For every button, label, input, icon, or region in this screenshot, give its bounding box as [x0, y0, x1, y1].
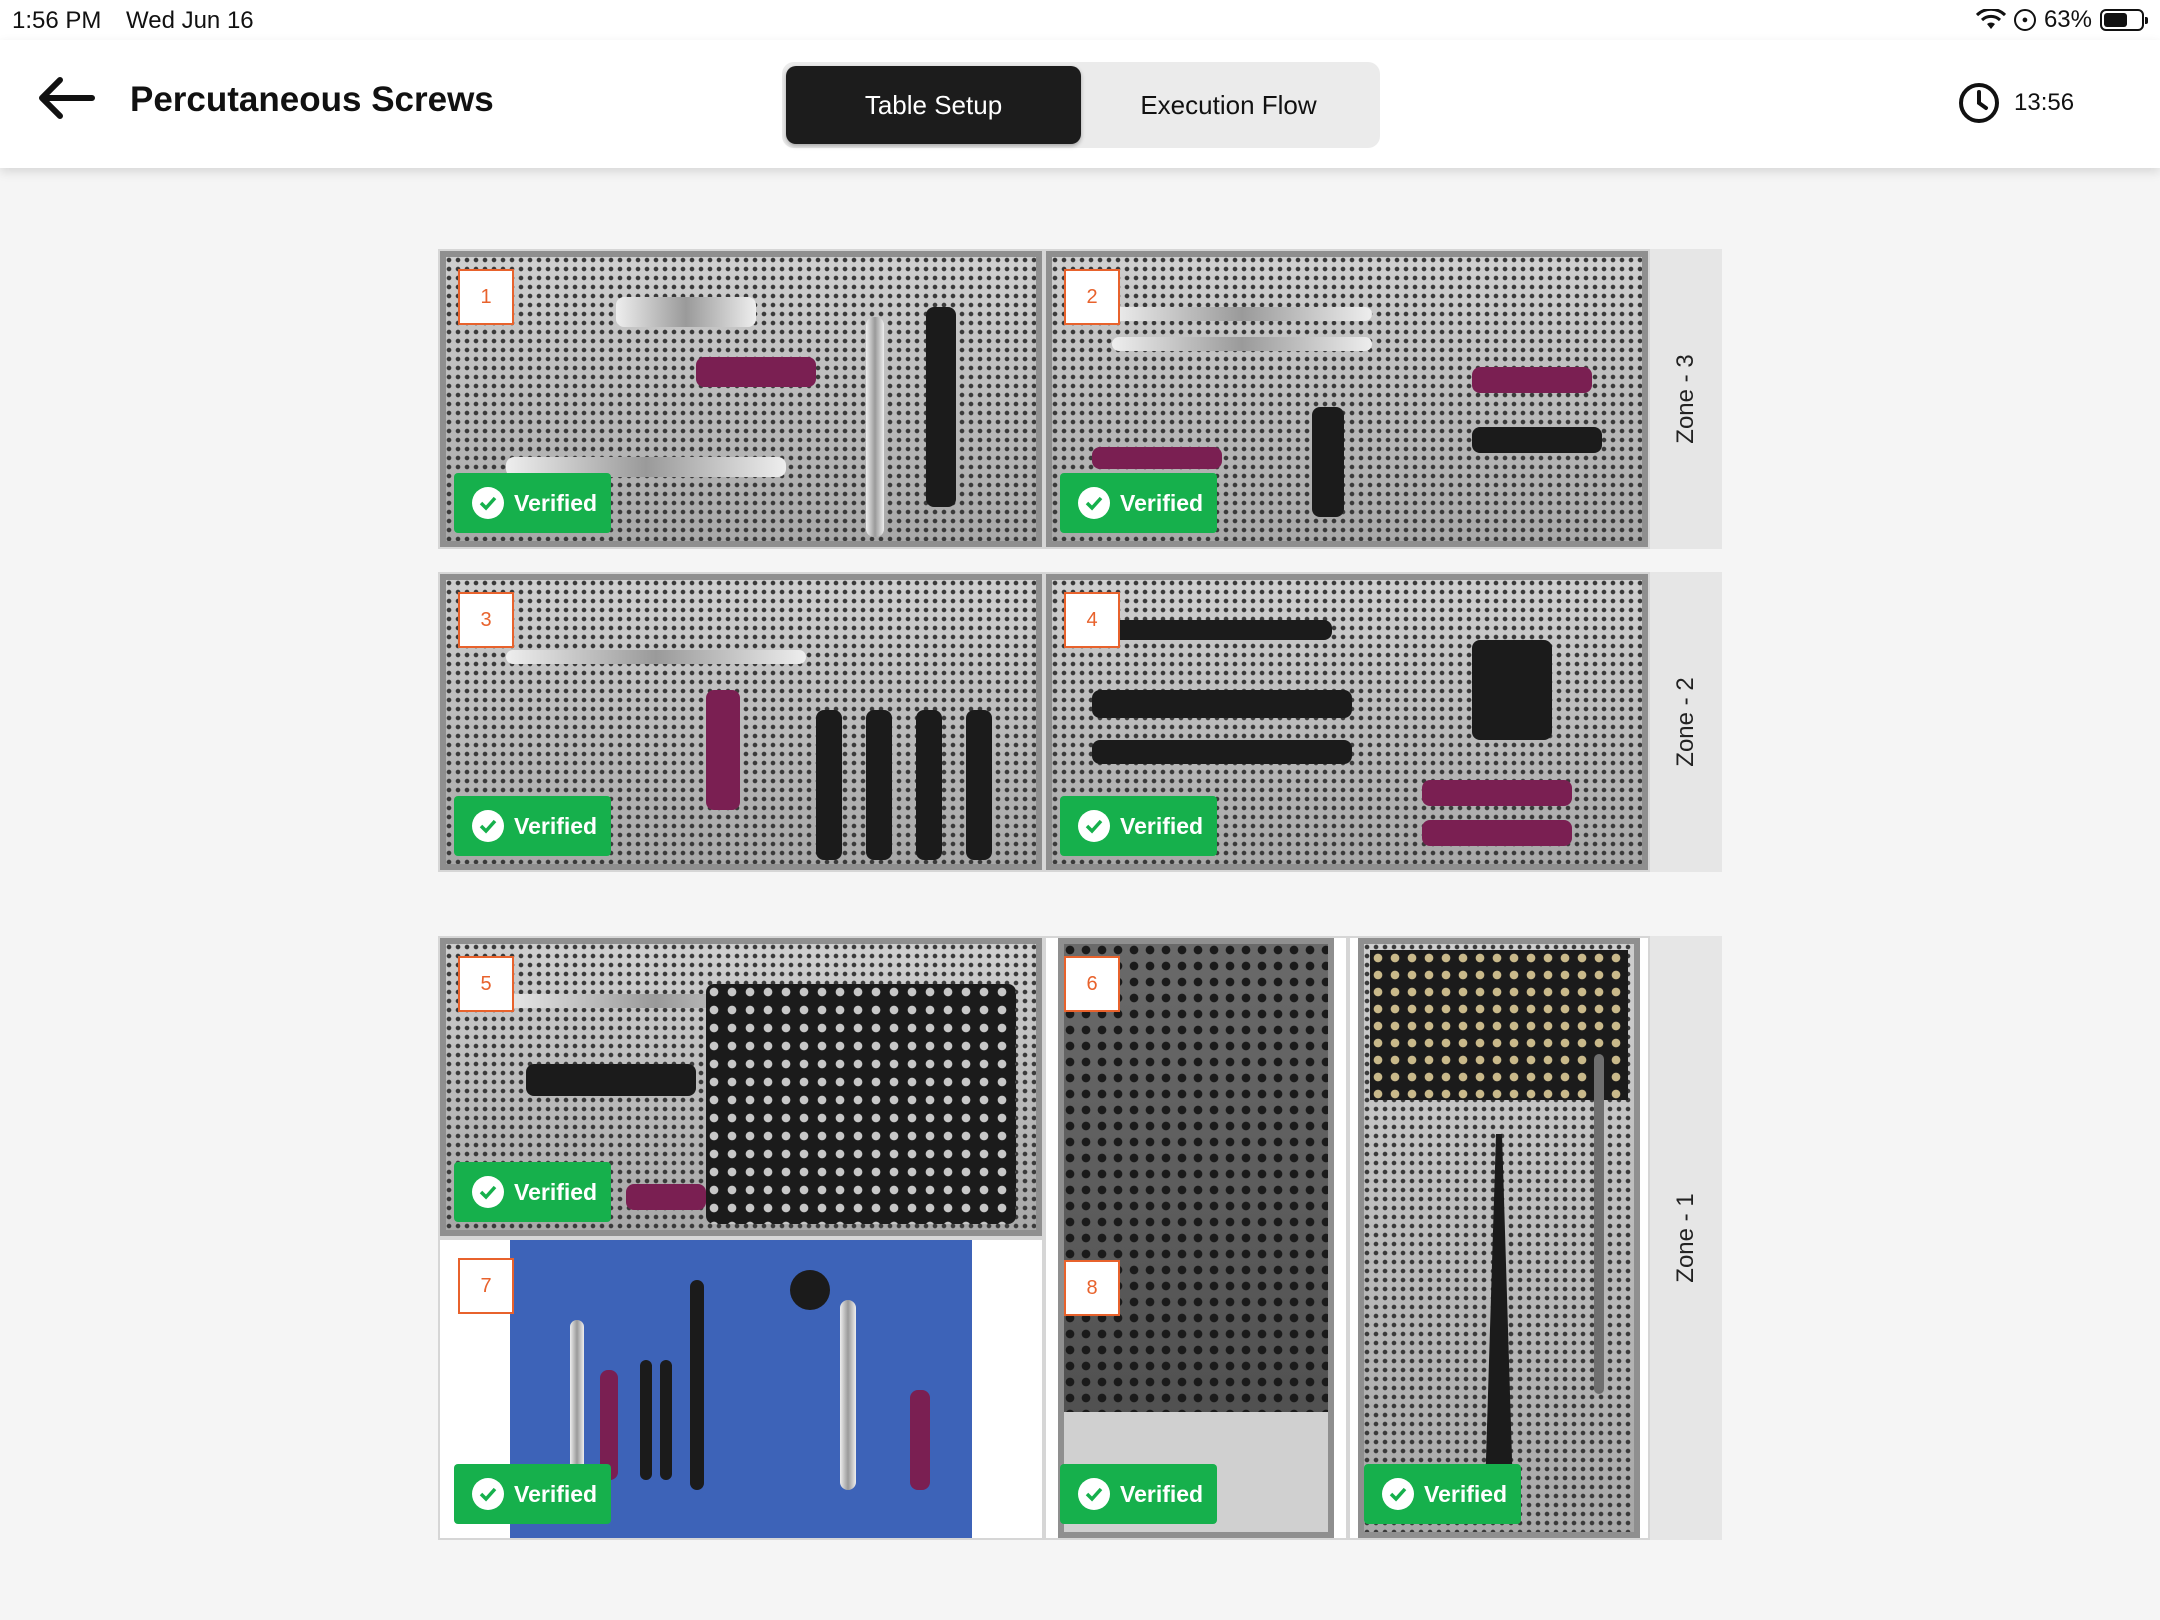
verified-label: Verified [1120, 812, 1204, 839]
clock-icon [1959, 83, 1999, 123]
tray-number: 7 [458, 1258, 514, 1314]
tray-number: 4 [1064, 592, 1120, 648]
tray-number: 3 [458, 592, 514, 648]
back-arrow-icon[interactable] [38, 76, 96, 120]
status-icons: ● 63% [1975, 6, 2148, 34]
verified-badge: Verified [1060, 1464, 1218, 1524]
check-icon [1078, 810, 1110, 842]
status-bar: 1:56 PM Wed Jun 16 ● 63% [0, 0, 2160, 40]
wifi-icon [1975, 9, 2006, 29]
check-icon [472, 1176, 504, 1208]
tray-card-9[interactable]: Verified [1348, 936, 1650, 1540]
tray-photo [1358, 938, 1640, 1538]
zone-label: Zone - 1 [1672, 1193, 1699, 1283]
timer-value: 13:56 [2014, 89, 2075, 116]
tray-card-3[interactable]: 3 Verified [438, 572, 1044, 872]
check-icon [1382, 1478, 1414, 1510]
verified-label: Verified [1120, 489, 1204, 516]
tray-card-2[interactable]: 2 Verified [1044, 249, 1650, 549]
verified-label: Verified [514, 1178, 598, 1205]
battery-percent: 63% [2043, 6, 2092, 33]
zone-label: Zone - 2 [1672, 677, 1699, 767]
verified-badge: Verified [1364, 1464, 1522, 1524]
app-header: Percutaneous Screws Table Setup Executio… [0, 40, 2160, 168]
verified-badge: Verified [454, 473, 612, 533]
view-segmented-control: Table Setup Execution Flow [782, 62, 1380, 148]
battery-fill [2104, 13, 2127, 27]
check-icon [472, 487, 504, 519]
tray-number-8: 8 [1064, 1260, 1120, 1316]
tray-card-1[interactable]: 1 Verified [438, 249, 1044, 549]
verified-label: Verified [514, 812, 598, 839]
tray-card-7[interactable]: 7 Verified [438, 1238, 1044, 1540]
verified-badge: Verified [454, 796, 612, 856]
verified-label: Verified [1120, 1480, 1204, 1507]
tray-card-4[interactable]: 4 Verified [1044, 572, 1650, 872]
check-icon [472, 810, 504, 842]
check-icon [1078, 487, 1110, 519]
check-icon [472, 1478, 504, 1510]
tab-execution-flow[interactable]: Execution Flow [1081, 66, 1376, 144]
rotation-lock-icon: ● [2013, 9, 2036, 31]
tray-card-5[interactable]: 5 Verified [438, 936, 1044, 1238]
verified-label: Verified [1424, 1480, 1508, 1507]
tray-photo [1058, 938, 1334, 1538]
status-date: Wed Jun 16 [126, 7, 254, 34]
tray-number: 2 [1064, 269, 1120, 325]
battery-icon [2100, 9, 2148, 31]
zone-2-label: Zone - 2 [1650, 572, 1722, 872]
verified-label: Verified [514, 1480, 598, 1507]
verified-badge: Verified [454, 1162, 612, 1222]
verified-badge: Verified [1060, 796, 1218, 856]
tray-number: 5 [458, 956, 514, 1012]
zone-1-label: Zone - 1 [1650, 936, 1722, 1540]
status-time: 1:56 PM [12, 7, 102, 34]
timer: 13:56 [1958, 82, 2074, 124]
tray-number: 1 [458, 269, 514, 325]
page-title: Percutaneous Screws [130, 80, 494, 119]
verified-badge: Verified [454, 1464, 612, 1524]
zone-label: Zone - 3 [1672, 354, 1699, 444]
verified-badge: Verified [1060, 473, 1218, 533]
zone-3-label: Zone - 3 [1650, 249, 1722, 549]
tray-card-6-8[interactable]: 6 8 Verified [1044, 936, 1348, 1540]
tab-table-setup[interactable]: Table Setup [786, 66, 1081, 144]
check-icon [1078, 1478, 1110, 1510]
tray-number-6: 6 [1064, 956, 1120, 1012]
verified-label: Verified [514, 489, 598, 516]
